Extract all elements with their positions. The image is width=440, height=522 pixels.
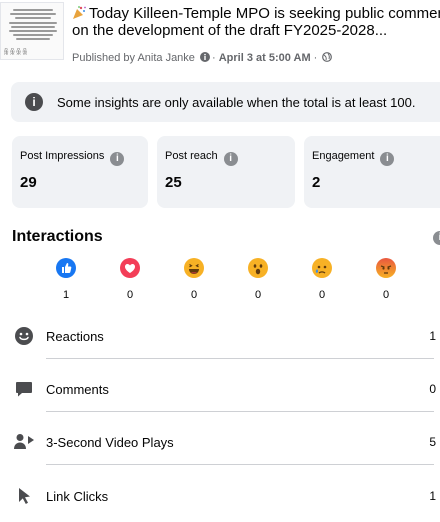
- metric-row-comments[interactable]: Comments 0: [12, 363, 440, 415]
- post-title[interactable]: Today Killeen-Temple MPO is seeking publ…: [72, 4, 440, 39]
- row-divider: [46, 358, 434, 359]
- metric-row-reactions[interactable]: Reactions 1: [12, 310, 440, 362]
- comment-icon: [12, 377, 36, 401]
- reaction-wow: 0: [243, 258, 273, 301]
- row-divider: [46, 411, 434, 412]
- haha-icon: [184, 258, 204, 278]
- info-icon[interactable]: i: [223, 152, 238, 166]
- like-icon: [56, 258, 76, 278]
- people-graphic: ꆜꆜꆜꆜ: [3, 48, 28, 57]
- post-header: ꆜꆜꆜꆜ Today Killeen-Temple MPO is seeking…: [0, 0, 440, 72]
- stat-card-post-impressions: Post Impressions i 29: [12, 136, 148, 208]
- post-title-line1: Today Killeen-Temple MPO is seeking publ…: [89, 5, 440, 22]
- post-date[interactable]: April 3 at 5:00 AM: [219, 52, 311, 64]
- info-icon[interactable]: i: [380, 152, 395, 166]
- post-meta: Published by Anita Janke · April 3 at 5:…: [72, 52, 334, 64]
- metric-row-link-clicks[interactable]: Link Clicks 1: [12, 470, 440, 522]
- stat-card-post-reach: Post reach i 25: [157, 136, 295, 208]
- cursor-icon: [12, 484, 36, 508]
- author-name[interactable]: Anita Janke: [137, 52, 194, 64]
- post-thumbnail[interactable]: ꆜꆜꆜꆜ: [0, 2, 64, 60]
- globe-icon: [322, 52, 333, 62]
- insights-notice-text: Some insights are only available when th…: [57, 94, 416, 110]
- angry-icon: [376, 258, 396, 278]
- info-icon[interactable]: i: [433, 231, 440, 245]
- interactions-title: Interactions: [12, 228, 103, 245]
- reaction-haha: 0: [179, 258, 209, 301]
- reaction-love: 0: [115, 258, 145, 301]
- info-icon: [199, 52, 210, 62]
- insights-notice: i Some insights are only available when …: [11, 82, 440, 122]
- info-icon[interactable]: i: [110, 152, 125, 166]
- love-icon: [120, 258, 140, 278]
- video-play-icon: [12, 430, 36, 454]
- party-popper-icon: [73, 6, 86, 19]
- reaction-sad: 0: [307, 258, 337, 301]
- reaction-breakdown: 1 0 0 0 0 0: [0, 258, 440, 304]
- row-divider: [46, 464, 434, 465]
- stat-value: 2: [312, 174, 321, 191]
- smiley-icon: [12, 324, 36, 348]
- info-icon: i: [25, 93, 43, 111]
- sad-icon: [312, 258, 332, 278]
- reaction-like: 1: [51, 258, 81, 301]
- stat-value: 29: [20, 174, 37, 191]
- metric-row-video-plays[interactable]: 3-Second Video Plays 5: [12, 416, 440, 468]
- stat-value: 25: [165, 174, 182, 191]
- reaction-angry: 0: [371, 258, 401, 301]
- stat-card-engagement: Engagement i 2: [304, 136, 440, 208]
- post-title-line2: on the development of the draft FY2025-2…: [72, 22, 388, 39]
- wow-icon: [248, 258, 268, 278]
